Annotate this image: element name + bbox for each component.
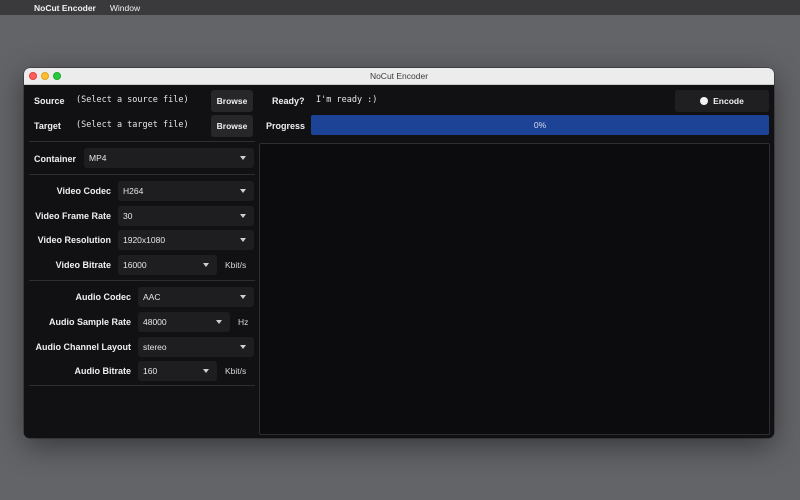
source-label: Source [34, 96, 65, 106]
encode-button[interactable]: Encode [675, 90, 769, 112]
audio-channel-layout-label: Audio Channel Layout [35, 342, 132, 352]
audio-sample-rate-select[interactable]: 48000 [138, 312, 230, 332]
chevron-down-icon [240, 189, 246, 193]
ready-label: Ready? [272, 96, 305, 106]
audio-sample-rate-label: Audio Sample Rate [48, 317, 131, 327]
chevron-down-icon [240, 156, 246, 160]
progress-percent-text: 0% [533, 120, 547, 130]
audio-codec-label: Audio Codec [75, 292, 132, 302]
video-resolution-select[interactable]: 1920x1080 [118, 230, 254, 250]
container-select-value: MP4 [89, 153, 107, 163]
log-output-panel[interactable] [259, 143, 770, 435]
target-label: Target [34, 121, 61, 131]
audio-bitrate-unit: Kbit/s [225, 366, 247, 376]
video-bitrate-select[interactable]: 16000 [118, 255, 217, 275]
chevron-down-icon [203, 263, 209, 267]
chevron-down-icon [216, 320, 222, 324]
app-window: NoCut Encoder Source (Select a source fi… [24, 68, 774, 438]
record-dot-icon [700, 97, 709, 105]
video-codec-select[interactable]: H264 [118, 181, 254, 201]
divider [29, 141, 255, 142]
chevron-down-icon [240, 214, 246, 218]
audio-bitrate-label: Audio Bitrate [74, 366, 131, 376]
container-select[interactable]: MP4 [84, 148, 254, 168]
progress-bar: 0% [311, 115, 769, 135]
video-codec-label: Video Codec [56, 186, 111, 196]
video-frame-rate-label: Video Frame Rate [35, 211, 111, 221]
encode-button-label: Encode [713, 96, 744, 106]
source-path-text: (Select a source file) [76, 95, 189, 105]
video-bitrate-unit: Kbit/s [225, 260, 247, 270]
video-resolution-label: Video Resolution [37, 235, 111, 245]
video-resolution-value: 1920x1080 [123, 235, 166, 245]
menu-app-name[interactable]: NoCut Encoder [34, 3, 96, 13]
progress-label: Progress [266, 121, 306, 131]
window-title: NoCut Encoder [369, 71, 429, 81]
chevron-down-icon [240, 295, 246, 299]
audio-sample-rate-unit: Hz [238, 317, 249, 327]
menu-item-window[interactable]: Window [110, 3, 140, 13]
title-bar[interactable]: NoCut Encoder [24, 68, 774, 85]
chevron-down-icon [240, 238, 246, 242]
video-codec-value: H264 [123, 186, 144, 196]
audio-bitrate-value: 160 [143, 366, 158, 376]
audio-codec-value: AAC [143, 292, 161, 302]
audio-sample-rate-value: 48000 [143, 317, 167, 327]
divider [29, 174, 255, 175]
audio-channel-layout-value: stereo [143, 342, 167, 352]
menu-bar: NoCut Encoder Window [0, 0, 800, 15]
divider [29, 280, 255, 281]
chevron-down-icon [240, 345, 246, 349]
divider [29, 385, 255, 386]
audio-codec-select[interactable]: AAC [138, 287, 254, 307]
source-browse-button[interactable]: Browse [211, 90, 253, 112]
video-bitrate-label: Video Bitrate [55, 260, 111, 270]
status-text: I'm ready :) [316, 95, 378, 105]
audio-channel-layout-select[interactable]: stereo [138, 337, 254, 357]
window-content: Source (Select a source file) Browse Tar… [24, 85, 774, 438]
target-path-text: (Select a target file) [76, 120, 189, 130]
audio-bitrate-select[interactable]: 160 [138, 361, 217, 381]
video-frame-rate-select[interactable]: 30 [118, 206, 254, 226]
container-label: Container [34, 154, 77, 164]
chevron-down-icon [203, 369, 209, 373]
target-browse-button[interactable]: Browse [211, 115, 253, 137]
video-bitrate-value: 16000 [123, 260, 147, 270]
video-frame-rate-value: 30 [123, 211, 133, 221]
